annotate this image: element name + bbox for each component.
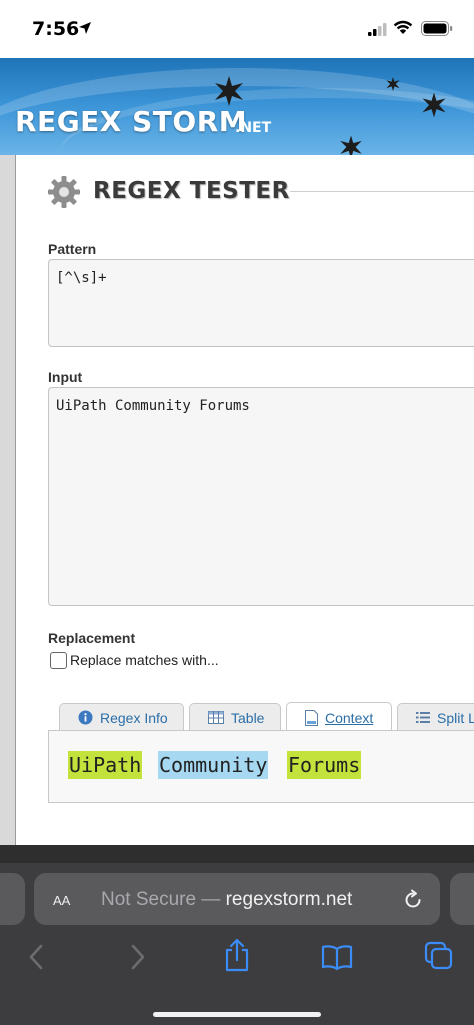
location-arrow-icon bbox=[79, 22, 91, 34]
tab-label: Split L bbox=[437, 709, 474, 726]
back-icon[interactable] bbox=[26, 942, 46, 972]
tab-label: Table bbox=[231, 709, 265, 726]
pattern-input[interactable]: [^\s]+ bbox=[48, 259, 474, 347]
reader-settings-button[interactable]: AA bbox=[53, 890, 70, 910]
status-bar: 7:56 bbox=[0, 0, 474, 58]
tab-regex-info[interactable]: Regex Info bbox=[59, 703, 184, 731]
tab-table[interactable]: Table bbox=[189, 703, 281, 731]
info-icon bbox=[78, 710, 93, 725]
title-divider bbox=[290, 191, 474, 192]
not-secure-label: Not Secure — bbox=[101, 889, 221, 910]
reload-icon[interactable] bbox=[402, 889, 424, 911]
bookmarks-icon[interactable] bbox=[321, 944, 353, 970]
wifi-icon bbox=[393, 20, 413, 34]
tabs-icon[interactable] bbox=[424, 941, 454, 971]
page-title: REGEX TESTER bbox=[93, 178, 290, 204]
next-tab-preview[interactable] bbox=[450, 873, 474, 925]
tab-split-list[interactable]: Split L bbox=[397, 703, 474, 731]
replace-checkbox-label[interactable]: Replace matches with... bbox=[70, 652, 219, 668]
input-textarea[interactable]: UiPath Community Forums bbox=[48, 387, 474, 606]
previous-tab-preview[interactable] bbox=[0, 873, 25, 925]
match-highlight: Community bbox=[158, 751, 269, 779]
table-icon bbox=[208, 711, 224, 724]
tab-context[interactable]: Context bbox=[286, 702, 392, 732]
replacement-label: Replacement bbox=[48, 630, 136, 646]
match-highlight: UiPath bbox=[68, 751, 143, 779]
site-header: REGEX STORM .NET bbox=[0, 58, 474, 158]
leaf-icon bbox=[386, 76, 400, 92]
battery-icon bbox=[421, 21, 453, 36]
status-time: 7:56 bbox=[32, 18, 80, 40]
url-display[interactable]: Not Secure — regexstorm.net bbox=[101, 889, 352, 911]
forward-icon[interactable] bbox=[128, 942, 148, 972]
input-label: Input bbox=[48, 369, 83, 385]
panel-shadow bbox=[0, 155, 15, 845]
gear-icon bbox=[48, 176, 80, 208]
leaf-icon bbox=[422, 92, 446, 118]
tab-label: Context bbox=[325, 709, 374, 726]
site-logo-suffix[interactable]: .NET bbox=[235, 120, 271, 136]
share-icon[interactable] bbox=[224, 938, 250, 972]
document-icon bbox=[305, 709, 318, 726]
site-logo[interactable]: REGEX STORM bbox=[15, 105, 247, 138]
home-indicator bbox=[153, 1012, 321, 1017]
aa-label: AA bbox=[53, 893, 71, 908]
match-highlight: Forums bbox=[287, 751, 362, 779]
leaf-icon bbox=[215, 76, 243, 106]
domain-label: regexstorm.net bbox=[225, 889, 353, 910]
pattern-label: Pattern bbox=[48, 241, 97, 257]
list-icon bbox=[416, 711, 430, 724]
replace-checkbox[interactable] bbox=[50, 652, 67, 669]
tab-label: Regex Info bbox=[100, 709, 168, 726]
cellular-signal-icon bbox=[368, 23, 387, 36]
